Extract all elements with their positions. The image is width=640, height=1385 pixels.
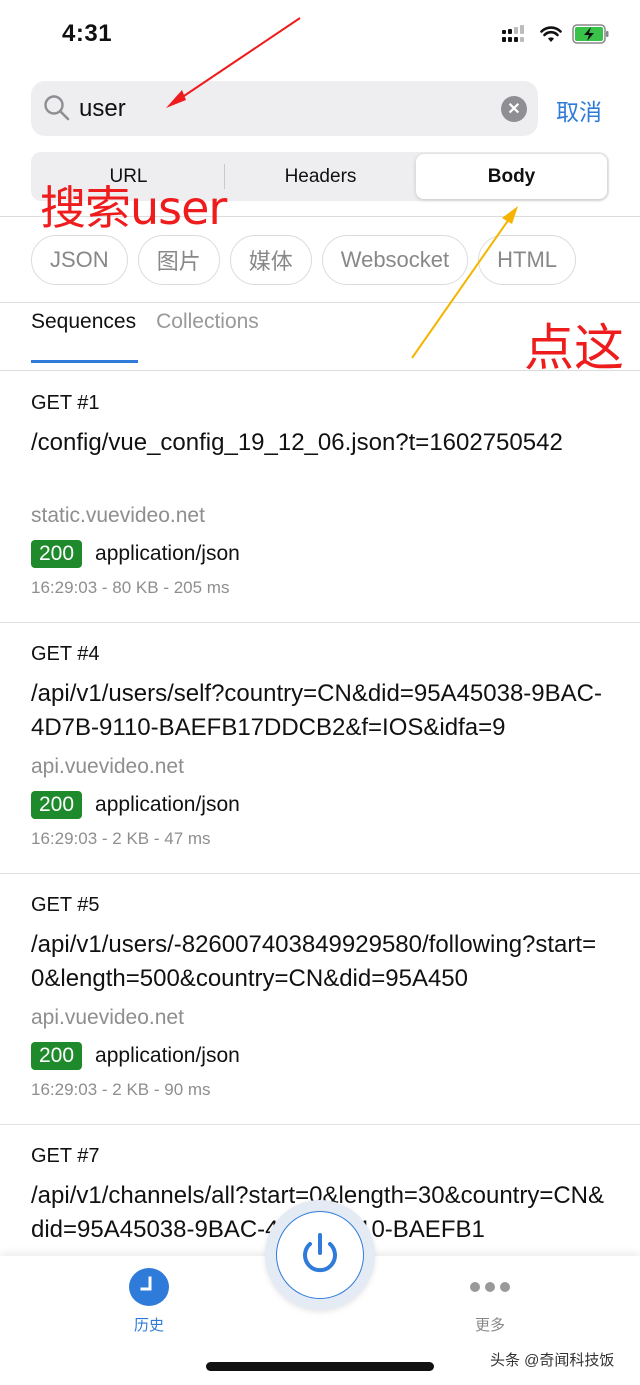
status-badge: 200 <box>31 540 83 568</box>
battery-charging-icon <box>572 24 609 44</box>
more-dots-icon <box>470 1268 510 1306</box>
annotation-click-here: 点这 <box>524 319 624 377</box>
power-button-inner <box>276 1211 364 1299</box>
tab-sequences[interactable]: Sequences <box>31 310 139 363</box>
content-type: application/json <box>95 542 240 565</box>
clear-icon: ✕ <box>507 101 521 118</box>
search-icon <box>44 95 70 121</box>
request-row[interactable]: GET #1 /config/vue_config_19_12_06.json?… <box>0 372 640 623</box>
request-method: GET #7 <box>31 1145 100 1167</box>
filter-chip-websocket[interactable]: Websocket <box>321 235 469 285</box>
segment-headers[interactable]: Headers <box>225 154 416 199</box>
tabbar-label-history: 历史 <box>133 1317 164 1334</box>
status-icons <box>502 24 610 44</box>
filter-chip-json[interactable]: JSON <box>31 235 128 285</box>
request-row[interactable]: GET #5 /api/v1/users/-8260074038499295​8… <box>0 874 640 1125</box>
request-method: GET #5 <box>31 894 100 916</box>
tab-collections[interactable]: Collections <box>156 310 259 352</box>
tabbar-item-more[interactable]: 更多 <box>450 1268 530 1335</box>
power-icon <box>303 1233 337 1273</box>
request-url: /api/v1/users/-8260074038499295​80/follo… <box>31 931 597 992</box>
request-url: /config/vue_config_19_12_06.json?t=16027… <box>31 429 563 456</box>
content-type: application/json <box>95 793 240 816</box>
request-host: api.vuevideo.net <box>31 1006 184 1029</box>
home-indicator <box>206 1362 434 1371</box>
status-badge: 200 <box>31 791 83 819</box>
filter-chip-html[interactable]: HTML <box>478 235 577 285</box>
tabbar-label-more: 更多 <box>474 1317 505 1334</box>
request-meta: 16:29:03 - 80 KB - 205 ms <box>31 578 230 597</box>
search-row: ✕ 取消 <box>31 81 611 136</box>
search-input[interactable] <box>79 89 489 129</box>
request-status-row: 200 application/json <box>31 540 609 568</box>
filter-chips: JSON 图片 媒体 Websocket HTML <box>31 235 577 285</box>
filter-chip-image[interactable]: 图片 <box>137 235 220 285</box>
request-status-row: 200 application/json <box>31 1042 609 1070</box>
clock-icon <box>129 1268 169 1306</box>
tabbar-item-history[interactable]: 历史 <box>109 1268 189 1335</box>
request-status-row: 200 application/json <box>31 791 609 819</box>
request-method: GET #1 <box>31 392 100 414</box>
clear-search-button[interactable]: ✕ <box>501 96 527 122</box>
content-type: application/json <box>95 1044 240 1067</box>
request-method: GET #4 <box>31 643 100 665</box>
wifi-icon <box>540 25 562 42</box>
list-tabs: Sequences Collections <box>31 310 259 363</box>
filter-chip-media[interactable]: 媒体 <box>229 235 312 285</box>
request-url: /api/v1/users/self?country=CN&did=95A450… <box>31 680 602 741</box>
cancel-button[interactable]: 取消 <box>556 93 602 127</box>
status-bar: 4:31 <box>0 0 640 70</box>
divider <box>0 302 640 303</box>
request-meta: 16:29:03 - 2 KB - 90 ms <box>31 1080 211 1099</box>
cellular-signal-icon <box>502 25 524 42</box>
annotation-search-user: 搜索user <box>40 181 227 235</box>
search-box[interactable]: ✕ <box>31 81 538 136</box>
request-meta: 16:29:03 - 2 KB - 47 ms <box>31 829 211 848</box>
segment-body[interactable]: Body <box>416 154 607 199</box>
status-badge: 200 <box>31 1042 83 1070</box>
watermark: 头条 @奇闻科技饭 <box>490 1352 615 1369</box>
status-time: 4:31 <box>62 20 113 47</box>
request-host: api.vuevideo.net <box>31 755 184 778</box>
request-host: static.vuevideo.net <box>31 504 205 527</box>
request-row[interactable]: GET #4 /api/v1/users/self?country=CN&did… <box>0 623 640 874</box>
capture-power-button[interactable] <box>265 1200 375 1310</box>
